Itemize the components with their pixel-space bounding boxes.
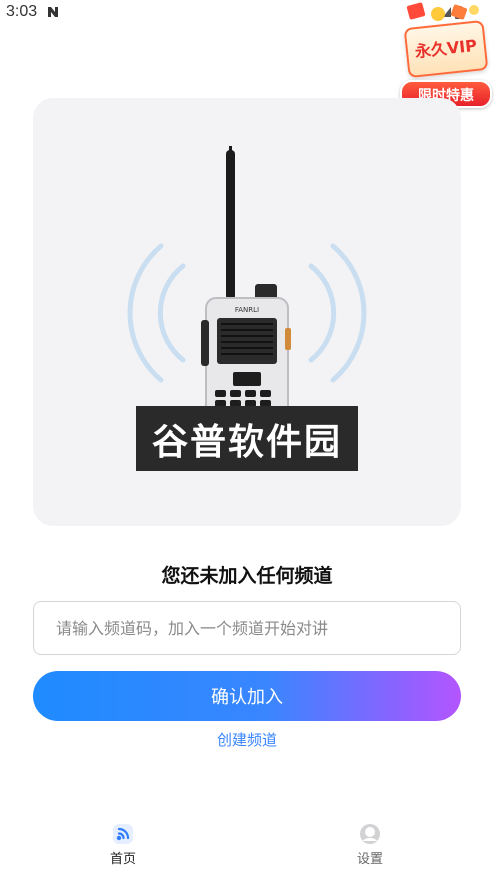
channel-code-input[interactable] (33, 601, 461, 655)
vip-promo-badge[interactable]: 永久VIP 限时特惠 (396, 0, 492, 108)
nav-home-label: 首页 (109, 852, 136, 867)
confirm-join-button[interactable]: 确认加入 (33, 671, 461, 721)
status-time: 3:03 (6, 3, 38, 20)
hero-card: FANRLI 谷普软件园 (33, 98, 461, 526)
radio-brand-label: FANRLI (235, 306, 259, 314)
create-channel-link[interactable]: 创建频道 (0, 729, 494, 750)
empty-state-title: 您还未加入任何频道 (161, 565, 333, 587)
bottom-nav: 首页 设置 (0, 812, 494, 878)
nav-item-home[interactable]: 首页 (73, 812, 173, 878)
nav-item-settings[interactable]: 设置 (320, 812, 420, 878)
watermark: 谷普软件园 (136, 406, 358, 471)
nav-settings-label: 设置 (356, 852, 383, 867)
app-notification-icon (48, 7, 58, 17)
watermark-text: 谷普软件园 (151, 421, 342, 463)
radio-wave-icon (113, 824, 133, 844)
vip-card: 永久VIP (403, 19, 489, 79)
user-avatar-icon (360, 824, 380, 844)
vip-title: 永久VIP (414, 35, 478, 62)
